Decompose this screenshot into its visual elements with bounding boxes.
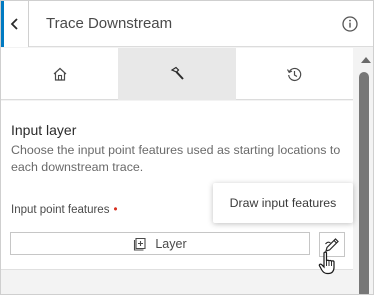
hand-pointer-cursor-icon (318, 251, 335, 275)
section-divider (1, 269, 353, 294)
chevron-left-icon (10, 18, 18, 30)
history-icon (286, 67, 302, 81)
panel-header: Trace Downstream (1, 1, 373, 47)
tab-home[interactable] (1, 48, 118, 100)
tab-tools[interactable] (118, 48, 236, 100)
tool-tabs (1, 48, 353, 100)
back-button[interactable] (1, 1, 29, 47)
add-layer-icon (134, 237, 146, 251)
home-icon (53, 67, 67, 81)
page-title: Trace Downstream (46, 15, 173, 32)
scrollbar[interactable] (353, 48, 373, 294)
app-panel: Trace Downstream Input layer Choose the … (0, 0, 374, 295)
layer-select-button[interactable]: Layer (10, 232, 310, 255)
section-description: Choose the input point features used as … (11, 143, 341, 174)
scroll-up-arrow-icon[interactable] (361, 57, 371, 63)
section-title: Input layer (11, 122, 77, 138)
field-label-text: Input point features (11, 204, 110, 216)
required-indicator: • (113, 204, 118, 216)
scrollbar-thumb[interactable] (359, 72, 369, 294)
hammer-icon (170, 66, 184, 80)
draw-tooltip: Draw input features (213, 183, 353, 223)
layer-button-label: Layer (155, 236, 187, 251)
tab-history[interactable] (236, 48, 353, 100)
info-button[interactable] (341, 15, 359, 33)
input-point-features-label: Input point features • (11, 204, 118, 216)
info-icon (342, 16, 358, 32)
